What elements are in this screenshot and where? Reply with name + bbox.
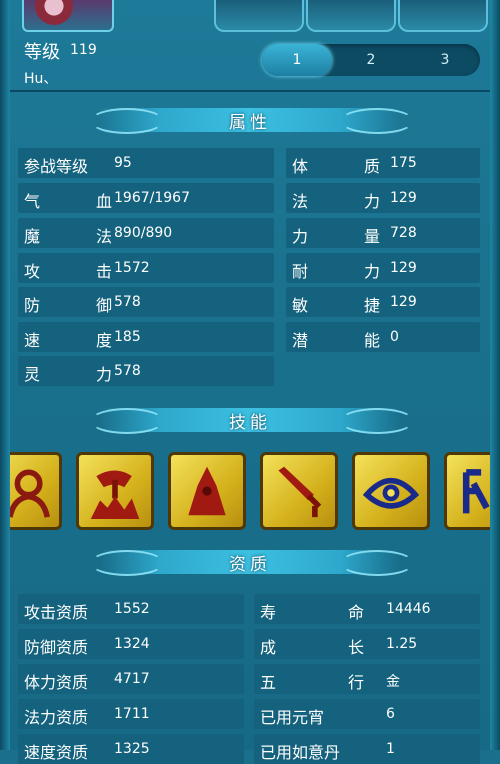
attr-value: 578 [114, 294, 141, 310]
aptitude-label: 体力资质 [24, 673, 89, 692]
axe-skill-glyph [90, 470, 140, 519]
aptitude-row: 已用元宵 6 [254, 699, 480, 729]
pet-name: Hu、 [24, 71, 58, 87]
section-title: 资质 [229, 555, 271, 575]
attr-value: 95 [114, 155, 132, 171]
divider [10, 90, 490, 92]
attr-label: 法 力 [292, 192, 401, 211]
attr-value: 728 [390, 225, 417, 241]
attr-row: 速 度 185 [18, 322, 274, 352]
attr-label: 体 质 [292, 157, 401, 176]
attr-value: 0 [390, 329, 399, 345]
page-tab-3[interactable]: 3 [410, 44, 480, 76]
aptitude-row: 防御资质 1324 [18, 629, 244, 659]
aptitude-value: 金 [386, 674, 400, 690]
aptitude-value: 1324 [114, 636, 150, 652]
panel-left-edge [0, 0, 10, 750]
attr-row: 攻 击 1572 [18, 253, 274, 283]
flame-figure-skill-icon[interactable] [168, 452, 246, 530]
attr-row: 参战等级 95 [18, 148, 274, 178]
sword-skill-icon[interactable] [260, 452, 338, 530]
aptitude-row: 体力资质 4717 [18, 664, 244, 694]
attr-value: 890/890 [114, 225, 173, 241]
aptitude-value: 1711 [114, 706, 150, 722]
aptitude-value: 1325 [114, 741, 150, 757]
aptitude-label: 防御资质 [24, 638, 89, 657]
person-skill-icon[interactable] [10, 452, 62, 530]
attr-row: 气 血 1967/1967 [18, 183, 274, 213]
eye-skill-icon[interactable] [352, 452, 430, 530]
person-skill-glyph [10, 469, 51, 518]
attr-value: 578 [114, 363, 141, 379]
attr-row: 法 力 129 [286, 183, 480, 213]
aptitude-label: 成 长 [260, 638, 393, 657]
aptitude-value: 4717 [114, 671, 150, 687]
aptitude-value: 1 [386, 741, 395, 757]
aptitude-row: 已用如意丹 1 [254, 734, 480, 764]
pet-portrait-image [34, 0, 74, 30]
flame-figure-skill-glyph [188, 466, 226, 516]
attr-row: 力 量 728 [286, 218, 480, 248]
glyph-skill-icon[interactable] [444, 452, 490, 530]
equipment-slot-1[interactable] [214, 0, 304, 32]
attr-row: 灵 力 578 [18, 356, 274, 386]
section-header-attributes: 属性 [10, 104, 490, 136]
attr-value: 129 [390, 190, 417, 206]
attr-label: 耐 力 [292, 262, 401, 281]
attr-label: 敏 捷 [292, 296, 401, 315]
equipment-slot-3[interactable] [398, 0, 488, 32]
level-value: 119 [70, 42, 97, 58]
aptitude-label: 速度资质 [24, 743, 89, 762]
aptitude-value: 1552 [114, 601, 150, 617]
aptitude-row: 速度资质 1325 [18, 734, 244, 764]
aptitude-label: 法力资质 [24, 708, 89, 727]
attr-row: 体 质 175 [286, 148, 480, 178]
attr-label: 潜 能 [292, 331, 401, 350]
equipment-slot-2[interactable] [306, 0, 396, 32]
aptitude-label: 五 行 [260, 673, 393, 692]
attr-row: 敏 捷 129 [286, 287, 480, 317]
attr-row: 魔 法 890/890 [18, 218, 274, 248]
glyph-skill-glyph [462, 469, 490, 514]
aptitude-value: 1.25 [386, 636, 418, 652]
eye-skill-glyph [363, 478, 419, 509]
attr-value: 129 [390, 260, 417, 276]
aptitude-row: 法力资质 1711 [18, 699, 244, 729]
attr-value: 1572 [114, 260, 150, 276]
attr-row: 防 御 578 [18, 287, 274, 317]
aptitude-label: 已用如意丹 [260, 743, 341, 762]
attr-value: 175 [390, 155, 417, 171]
page-tab-1[interactable]: 1 [262, 44, 332, 76]
aptitude-value: 14446 [386, 601, 431, 617]
attr-value: 1967/1967 [114, 190, 190, 206]
attr-label: 力 量 [292, 227, 401, 246]
axe-skill-icon[interactable] [76, 452, 154, 530]
aptitude-label: 攻击资质 [24, 603, 89, 622]
aptitude-value: 6 [386, 706, 395, 722]
aptitude-row: 寿 命 14446 [254, 594, 480, 624]
level-label: 等级 [24, 42, 60, 63]
panel-right-edge [490, 0, 500, 750]
aptitude-row: 成 长 1.25 [254, 629, 480, 659]
aptitude-row: 攻击资质 1552 [18, 594, 244, 624]
attr-row: 耐 力 129 [286, 253, 480, 283]
aptitude-label: 已用元宵 [260, 708, 325, 727]
attr-value: 129 [390, 294, 417, 310]
sword-skill-glyph [278, 466, 322, 518]
attr-label: 参战等级 [24, 157, 89, 176]
section-title: 属性 [229, 113, 271, 133]
attr-value: 185 [114, 329, 141, 345]
page-tabs: 1 2 3 [262, 44, 480, 76]
pet-avatar[interactable] [22, 0, 114, 32]
section-title: 技能 [229, 413, 271, 433]
aptitude-label: 寿 命 [260, 603, 393, 622]
skills-list [10, 448, 490, 538]
section-header-aptitude: 资质 [10, 546, 490, 578]
aptitude-row: 五 行 金 [254, 664, 480, 694]
attr-row: 潜 能 0 [286, 322, 480, 352]
section-header-skills: 技能 [10, 404, 490, 436]
page-tab-2[interactable]: 2 [336, 44, 406, 76]
